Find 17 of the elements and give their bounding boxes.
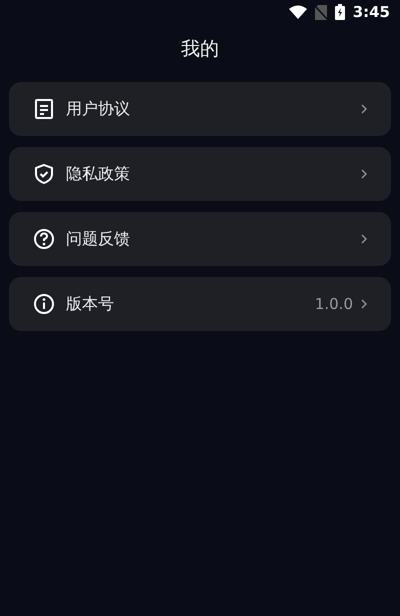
settings-row[interactable]: 版本号 1.0.0 bbox=[9, 277, 391, 331]
chevron-right-icon bbox=[361, 299, 367, 309]
document-icon bbox=[33, 98, 55, 120]
no-sim-icon bbox=[314, 4, 327, 20]
shield-check-icon bbox=[33, 163, 55, 185]
wifi-icon bbox=[288, 5, 307, 19]
clock-time: 3:45 bbox=[352, 2, 390, 23]
settings-row[interactable]: 隐私政策 bbox=[9, 147, 391, 201]
settings-row[interactable]: 问题反馈 bbox=[9, 212, 391, 266]
chevron-right-icon bbox=[361, 104, 367, 114]
info-icon bbox=[33, 293, 55, 315]
chevron-right-icon bbox=[361, 234, 367, 244]
chevron-right-icon bbox=[361, 169, 367, 179]
settings-row[interactable]: 用户协议 bbox=[9, 82, 391, 136]
help-icon bbox=[33, 228, 55, 250]
page-title: 我的 bbox=[181, 37, 219, 62]
battery-icon bbox=[334, 4, 345, 20]
